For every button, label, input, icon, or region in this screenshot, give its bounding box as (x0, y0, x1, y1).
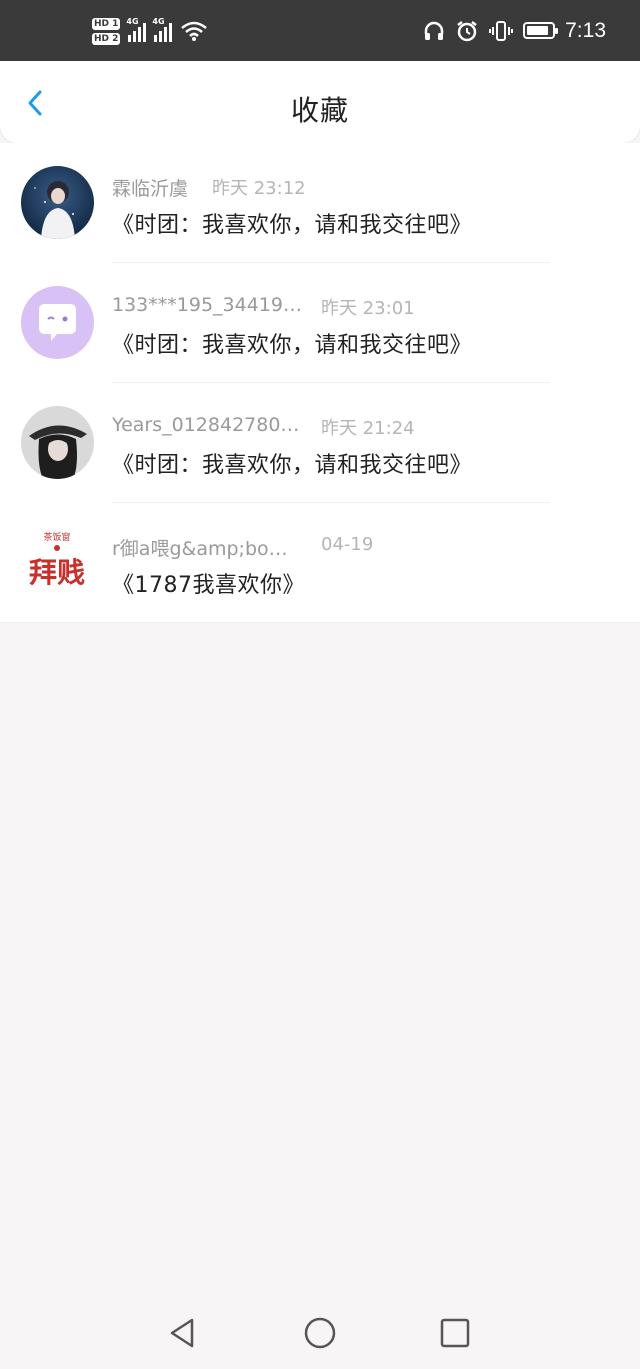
status-right: 7:13 (423, 0, 606, 61)
avatar-photo (21, 406, 94, 479)
hd2-badge: HD 2 (92, 32, 121, 45)
nav-home-button[interactable] (302, 1315, 338, 1351)
logo-top-text: 茶饭窗 (43, 531, 70, 543)
avatar[interactable] (21, 166, 94, 239)
battery-icon (523, 22, 559, 39)
wifi-icon (181, 21, 208, 41)
clock: 7:13 (565, 18, 606, 42)
list-item[interactable]: 茶饭窗 拜贱 r御a喂g&amp;bo… 04-19 《1787我喜欢你》 (0, 503, 640, 623)
circle-home-icon (304, 1317, 336, 1349)
nav-recents-button[interactable] (437, 1315, 473, 1351)
list-item[interactable]: Years_012842780… 昨天 21:24 《时团：我喜欢你，请和我交往… (0, 383, 640, 503)
avatar[interactable] (21, 406, 94, 479)
time-label: 昨天 23:12 (212, 178, 306, 199)
chat-bubble-avatar-icon (21, 286, 94, 359)
user-name: r御a喂g&amp;bo… (112, 538, 288, 560)
user-name: Years_012842780… (112, 414, 300, 436)
item-title: 《1787我喜欢你》 (112, 573, 305, 598)
alarm-icon (457, 20, 477, 41)
signal-group: HD 1 HD 2 4G 4G (92, 14, 208, 48)
avatar[interactable]: 茶饭窗 拜贱 (21, 526, 94, 599)
net2-label: 4G (152, 17, 165, 26)
system-nav-bar (0, 1299, 640, 1369)
logo-main-text: 拜贱 (29, 556, 85, 589)
user-name: 霖临沂虞 (112, 178, 189, 200)
divider (0, 622, 640, 623)
hd1-badge: HD 1 (92, 17, 121, 30)
avatar[interactable] (21, 286, 94, 359)
page-title: 收藏 (290, 94, 349, 127)
item-title: 《时团：我喜欢你，请和我交往吧》 (112, 333, 473, 358)
item-title: 《时团：我喜欢你，请和我交往吧》 (112, 213, 473, 238)
time-label: 昨天 21:24 (321, 418, 415, 439)
time-label: 昨天 23:01 (321, 298, 415, 319)
vibrate-icon (489, 20, 514, 41)
avatar-photo (21, 166, 94, 239)
nav-back-button[interactable] (165, 1315, 201, 1351)
status-bar: HD 1 HD 2 4G 4G 7:13 (0, 0, 640, 61)
header: 收藏 (0, 61, 640, 143)
time-label: 04-19 (321, 534, 374, 555)
hd-indicators: HD 1 HD 2 (92, 17, 121, 45)
user-name: 133***195_34419… (112, 294, 302, 316)
headphones-icon (424, 21, 444, 40)
list-item[interactable]: 133***195_34419… 昨天 23:01 《时团：我喜欢你，请和我交往… (0, 263, 640, 383)
list-item[interactable]: 霖临沂虞 昨天 23:12 《时团：我喜欢你，请和我交往吧》 (0, 143, 640, 263)
favorites-list: 霖临沂虞 昨天 23:12 《时团：我喜欢你，请和我交往吧》 133***195… (0, 143, 640, 623)
triangle-back-icon (170, 1318, 194, 1348)
item-title: 《时团：我喜欢你，请和我交往吧》 (112, 453, 473, 478)
net1-label: 4G (126, 17, 139, 26)
cell-signal-1-icon: 4G (126, 17, 147, 42)
square-recents-icon (440, 1318, 470, 1348)
brand-logo-avatar: 茶饭窗 拜贱 (21, 526, 94, 599)
cell-signal-2-icon: 4G (152, 17, 173, 42)
